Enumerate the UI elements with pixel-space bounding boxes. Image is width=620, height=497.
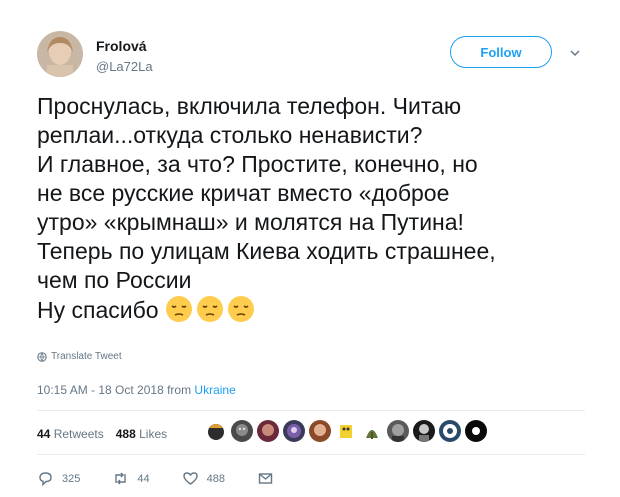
divider (37, 454, 585, 455)
tweet-line: Теперь по улицам Киева ходить страшнее, (37, 238, 496, 264)
pensive-face-emoji (196, 296, 223, 322)
pensive-face-emoji (165, 296, 192, 322)
likes-count: 488 (115, 427, 136, 441)
pensive-face-emoji (227, 296, 254, 322)
liker-avatar[interactable] (205, 420, 227, 442)
timestamp: 10:15 AM - 18 Oct 2018 from Ukraine (37, 383, 236, 397)
liker-avatar[interactable] (335, 420, 357, 442)
globe-icon (37, 351, 47, 362)
retweets-label: Retweets (53, 427, 104, 441)
retweet-count: 44 (137, 472, 150, 485)
tweet-line: не все русские кричат вместо «доброе (37, 180, 450, 206)
tweet-line: чем по России (37, 267, 192, 293)
likes-stat[interactable]: 488 Likes (116, 427, 167, 441)
avatar[interactable] (37, 31, 83, 77)
liker-avatar[interactable] (413, 420, 435, 442)
translate-label: Translate Tweet (51, 351, 122, 362)
liker-avatar[interactable] (257, 420, 279, 442)
tweet-line-last: Ну спасибо (37, 295, 597, 325)
likes-label: Likes (139, 427, 168, 441)
timestamp-text[interactable]: 10:15 AM - 18 Oct 2018 from (37, 383, 191, 397)
liker-avatar[interactable] (387, 420, 409, 442)
envelope-icon (258, 473, 273, 484)
chevron-down-icon[interactable] (568, 46, 582, 60)
reply-action[interactable]: 325 (37, 470, 80, 487)
retweets-count: 44 (37, 427, 51, 441)
location-link[interactable]: Ukraine (194, 383, 235, 397)
likers-avatars (205, 420, 487, 442)
like-count: 488 (206, 472, 225, 485)
reply-count: 325 (62, 472, 81, 485)
tweet-line: И главное, за что? Простите, конечно, но (37, 151, 478, 177)
tweet-line: реплаи...откуда столько ненависти? (37, 122, 423, 148)
divider (37, 410, 585, 411)
reply-icon (39, 472, 52, 487)
tweet-line: Ну спасибо (37, 297, 159, 323)
translate-tweet-link[interactable]: Translate Tweet (37, 351, 122, 362)
tweet-line: утро» «крымнаш» и молятся на Путина! (37, 209, 464, 235)
tweet-line: Проснулась, включила телефон. Читаю (37, 93, 462, 119)
liker-avatar[interactable] (465, 420, 487, 442)
direct-message-action[interactable] (257, 470, 274, 487)
author-name[interactable]: Frolová (96, 38, 147, 54)
retweet-action[interactable]: 44 (112, 470, 150, 487)
tweet-text: Проснулась, включила телефон. Читаю репл… (37, 92, 597, 325)
tweet-actions: 325 44 488 (37, 470, 306, 487)
liker-avatar[interactable] (439, 420, 461, 442)
like-action[interactable]: 488 (182, 470, 225, 487)
liker-avatar[interactable] (309, 420, 331, 442)
heart-icon (182, 472, 198, 485)
emoji-row (165, 295, 255, 323)
liker-avatar[interactable] (361, 420, 383, 442)
retweet-icon (115, 472, 127, 485)
follow-button[interactable]: Follow (450, 36, 552, 68)
retweets-stat[interactable]: 44 Retweets (37, 427, 104, 441)
liker-avatar[interactable] (231, 420, 253, 442)
liker-avatar[interactable] (283, 420, 305, 442)
engagement-stats: 44 Retweets 488 Likes (37, 427, 167, 441)
author-handle[interactable]: @La72La (96, 59, 153, 74)
